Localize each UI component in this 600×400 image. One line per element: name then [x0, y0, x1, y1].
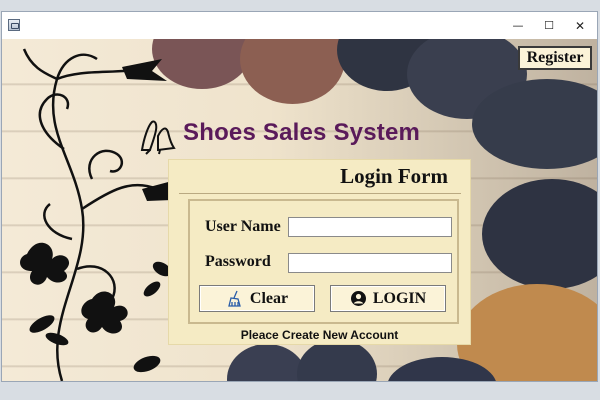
minimize-button[interactable]: —	[503, 12, 533, 39]
app-window: — ☐ ✕ Register Shoes Sales System Login …	[1, 11, 598, 382]
login-fields-group: User Name Password Clear LOGIN	[188, 199, 459, 324]
user-circle-icon	[350, 291, 366, 306]
minimize-icon: —	[512, 19, 524, 32]
title-bar[interactable]: — ☐ ✕	[2, 12, 597, 39]
broom-icon	[228, 290, 241, 307]
username-label: User Name	[205, 218, 281, 235]
username-input[interactable]	[288, 217, 452, 237]
login-label: LOGIN	[372, 289, 427, 307]
maximize-icon: ☐	[544, 19, 554, 32]
background-shoe-navy-4	[482, 179, 597, 289]
java-cup-icon	[8, 19, 20, 31]
register-button[interactable]: Register	[518, 46, 592, 70]
background-shoe-navy-5	[227, 344, 307, 381]
login-panel: Login Form User Name Password Clear LOGI…	[168, 159, 471, 345]
password-input[interactable]	[288, 253, 452, 273]
background-shoe-brown-2	[240, 39, 345, 104]
maximize-button[interactable]: ☐	[534, 12, 564, 39]
login-screen: Register Shoes Sales System Login Form U…	[2, 39, 597, 381]
background-shoe-navy-6	[297, 339, 377, 381]
title-divider	[179, 193, 461, 194]
create-account-message: Pleace Create New Account	[240, 328, 399, 342]
login-button[interactable]: LOGIN	[330, 285, 446, 312]
clear-label: Clear	[249, 289, 289, 307]
close-icon: ✕	[574, 18, 586, 33]
high-heel-shoe-icon	[140, 120, 176, 155]
password-label: Password	[205, 253, 271, 270]
login-form-title: Login Form	[340, 164, 448, 188]
app-title: Shoes Sales System	[183, 119, 421, 146]
clear-button[interactable]: Clear	[199, 285, 315, 312]
close-button[interactable]: ✕	[565, 12, 595, 39]
